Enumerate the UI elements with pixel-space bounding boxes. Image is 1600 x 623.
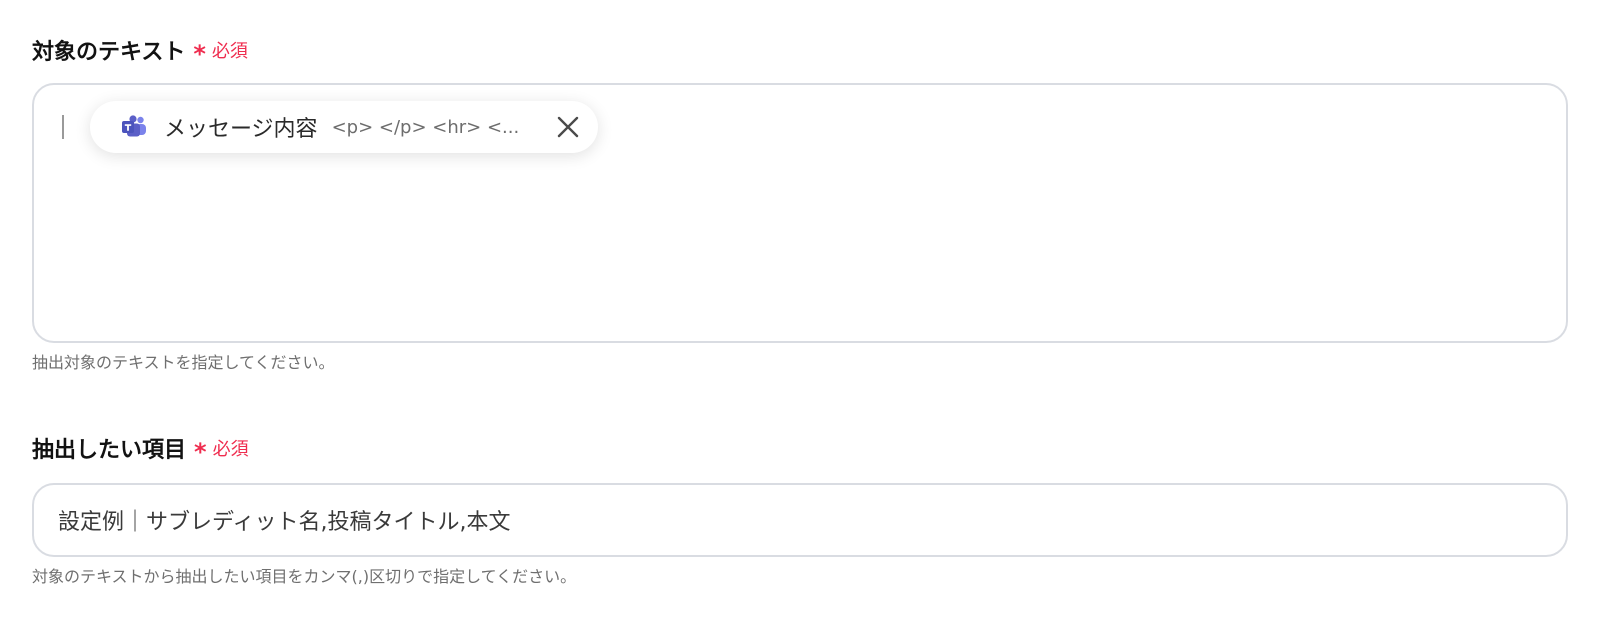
field-help-text: 対象のテキストから抽出したい項目をカンマ(,)区切りで指定してください。	[32, 567, 577, 586]
target-text-editor[interactable]: メッセージ内容 <p> </p> <hr> <...	[32, 83, 1568, 343]
remove-chip-button[interactable]	[552, 111, 584, 143]
field-label-text: 対象のテキスト	[32, 40, 186, 65]
required-label: 必須	[211, 41, 248, 62]
target-text-field: 対象のテキスト * 必須 メッセージ内容 <p> </p> <hr> <...	[32, 32, 1568, 375]
extract-items-field: 抽出したい項目 * 必須 設定例｜サブレディット名,投稿タイトル,本文 対象のテ…	[32, 430, 1568, 589]
field-label: 対象のテキスト * 必須	[32, 32, 1568, 68]
microsoft-teams-icon	[120, 113, 148, 141]
field-help-text: 抽出対象のテキストを指定してください。	[32, 353, 335, 372]
required-label: 必須	[212, 439, 249, 460]
field-label-text: 抽出したい項目	[32, 438, 187, 463]
required-asterisk: *	[194, 438, 207, 466]
extract-items-input[interactable]: 設定例｜サブレディット名,投稿タイトル,本文	[32, 483, 1568, 557]
chip-label: メッセージ内容	[164, 117, 318, 142]
field-label: 抽出したい項目 * 必須	[32, 430, 1568, 466]
close-icon	[557, 116, 579, 138]
chip-value-preview: <p> </p> <hr> <...	[331, 116, 520, 138]
text-caret	[62, 115, 64, 139]
variable-chip[interactable]: メッセージ内容 <p> </p> <hr> <...	[90, 101, 598, 153]
required-asterisk: *	[193, 40, 206, 68]
input-placeholder: 設定例｜サブレディット名,投稿タイトル,本文	[58, 510, 511, 535]
